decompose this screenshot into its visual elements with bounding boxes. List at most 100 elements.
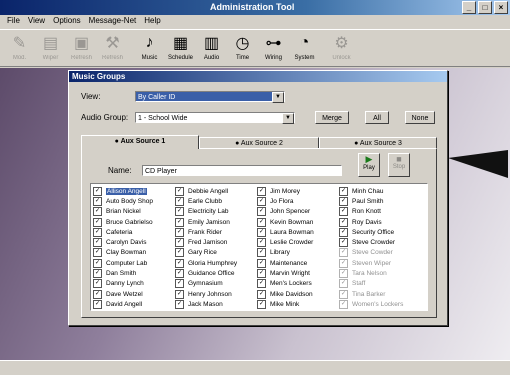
station-item[interactable]: ✓ Carolyn Davis	[93, 237, 175, 248]
checkbox[interactable]: ✓	[175, 186, 184, 196]
station-item[interactable]: ✓ Debbie Angell	[175, 186, 257, 196]
station-item[interactable]: ✓ Frank Rider	[175, 227, 257, 237]
checkbox[interactable]: ✓	[257, 299, 266, 309]
station-item[interactable]: ✓ John Spencer	[257, 207, 339, 217]
checkbox[interactable]: ✓	[175, 258, 184, 268]
station-item[interactable]: ✓ Brian Nickel	[93, 207, 175, 217]
checkbox[interactable]: ✓	[339, 238, 348, 248]
menu-file[interactable]: File	[4, 15, 25, 28]
checkbox[interactable]: ✓	[93, 269, 102, 279]
station-item[interactable]: ✓ Allison Angell	[93, 186, 175, 196]
station-item[interactable]: ✓ Roy Davis	[339, 217, 421, 227]
maximize-button[interactable]: □	[478, 1, 492, 14]
all-button[interactable]: All	[365, 111, 389, 124]
station-item[interactable]: ✓ Jack Mason	[175, 299, 257, 309]
station-item[interactable]: ✓ Staff	[339, 279, 421, 289]
checkbox[interactable]: ✓	[175, 279, 184, 289]
station-item[interactable]: ✓ Guidance Office	[175, 268, 257, 279]
checkbox[interactable]: ✓	[257, 279, 266, 289]
station-item[interactable]: ✓ Ron Knott	[339, 207, 421, 217]
checkbox[interactable]: ✓	[175, 269, 184, 279]
station-item[interactable]: ✓ Electricity Lab	[175, 207, 257, 217]
station-item[interactable]: ✓ Emily Jamison	[175, 217, 257, 227]
checkbox[interactable]: ✓	[93, 207, 102, 217]
station-item[interactable]: ✓ Computer Lab	[93, 258, 175, 268]
toolbar-button-refresh[interactable]: ▣ Refresh	[66, 30, 97, 68]
none-button[interactable]: None	[405, 111, 435, 124]
minimize-button[interactable]: _	[462, 1, 476, 14]
station-item[interactable]: ✓ Dave Wetzel	[93, 289, 175, 299]
toolbar-button-wiring[interactable]: ⊶ Wiring	[258, 30, 289, 68]
checkbox[interactable]: ✓	[257, 227, 266, 237]
station-item[interactable]: ✓ Maintenance	[257, 258, 339, 268]
toolbar-button-mod[interactable]: ✎ Mod.	[4, 30, 35, 68]
station-item[interactable]: ✓ Steve Crowder	[339, 237, 421, 248]
station-item[interactable]: ✓ Laura Bowman	[257, 227, 339, 237]
station-item[interactable]: ✓ Gary Rice	[175, 248, 257, 258]
menu-message-net[interactable]: Message-Net	[86, 15, 142, 28]
station-item[interactable]: ✓ Jim Morey	[257, 186, 339, 196]
checkbox[interactable]: ✓	[93, 238, 102, 248]
toolbar-button-unlock[interactable]: ⚙ Unlock	[326, 30, 357, 68]
toolbar-button-wiper[interactable]: ▤ Wiper	[35, 30, 66, 68]
view-select[interactable]: By Caller ID ▼	[135, 91, 285, 103]
station-item[interactable]: ✓ Men's Lockers	[257, 279, 339, 289]
checkbox[interactable]: ✓	[339, 299, 348, 309]
stop-button[interactable]: ■ Stop	[388, 153, 410, 177]
station-item[interactable]: ✓ Mike Mink	[257, 299, 339, 309]
checkbox[interactable]: ✓	[339, 227, 348, 237]
checkbox[interactable]: ✓	[339, 207, 348, 217]
checkbox[interactable]: ✓	[175, 227, 184, 237]
station-item[interactable]: ✓ Leslie Crowder	[257, 237, 339, 248]
checkbox[interactable]: ✓	[339, 258, 348, 268]
checkbox[interactable]: ✓	[175, 299, 184, 309]
checkbox[interactable]: ✓	[257, 258, 266, 268]
checkbox[interactable]: ✓	[175, 248, 184, 258]
checkbox[interactable]: ✓	[93, 196, 102, 206]
toolbar-button-music[interactable]: ♪ Music	[134, 30, 165, 68]
checkbox[interactable]: ✓	[339, 269, 348, 279]
menu-view[interactable]: View	[25, 15, 50, 28]
station-item[interactable]: ✓ Tara Nelson	[339, 268, 421, 279]
checkbox[interactable]: ✓	[339, 217, 348, 227]
merge-button[interactable]: Merge	[315, 111, 349, 124]
checkbox[interactable]: ✓	[257, 289, 266, 299]
toolbar-button-time[interactable]: ◷ Time	[227, 30, 258, 68]
checkbox[interactable]: ✓	[257, 238, 266, 248]
station-item[interactable]: ✓ Henry Johnson	[175, 289, 257, 299]
checkbox[interactable]: ✓	[93, 289, 102, 299]
station-item[interactable]: ✓ Bruce Gabrielso	[93, 217, 175, 227]
station-item[interactable]: ✓ Marvin Wright	[257, 268, 339, 279]
toolbar-button-audio[interactable]: ▥ Audio	[196, 30, 227, 68]
tab-aux-source-1[interactable]: ● Aux Source 1	[81, 135, 199, 149]
station-item[interactable]: ✓ Earle Clubb	[175, 196, 257, 206]
checkbox[interactable]: ✓	[257, 186, 266, 196]
station-item[interactable]: ✓ Mike Davidson	[257, 289, 339, 299]
station-item[interactable]: ✓ Tina Barker	[339, 289, 421, 299]
toolbar-button-schedule[interactable]: ▦ Schedule	[165, 30, 196, 68]
chevron-down-icon[interactable]: ▼	[282, 113, 294, 124]
audio-group-select[interactable]: 1 - School Wide ▼	[135, 112, 295, 124]
station-item[interactable]: ✓ Kevin Bowman	[257, 217, 339, 227]
station-item[interactable]: ✓ Cafeteria	[93, 227, 175, 237]
checkbox[interactable]: ✓	[175, 289, 184, 299]
checkbox[interactable]: ✓	[339, 186, 348, 196]
checkbox[interactable]: ✓	[257, 217, 266, 227]
station-item[interactable]: ✓ Steven Wiper	[339, 258, 421, 268]
station-item[interactable]: ✓ Jo Flora	[257, 196, 339, 206]
station-item[interactable]: ✓ Dan Smith	[93, 268, 175, 279]
checkbox[interactable]: ✓	[257, 269, 266, 279]
checkbox[interactable]: ✓	[93, 248, 102, 258]
checkbox[interactable]: ✓	[257, 196, 266, 206]
station-item[interactable]: ✓ David Angell	[93, 299, 175, 309]
checkbox[interactable]: ✓	[175, 196, 184, 206]
station-item[interactable]: ✓ Danny Lynch	[93, 279, 175, 289]
station-item[interactable]: ✓ Women's Lockers	[339, 299, 421, 309]
menu-help[interactable]: Help	[141, 15, 165, 28]
station-item[interactable]: ✓ Security Office	[339, 227, 421, 237]
toolbar-button-refresh-2[interactable]: ⚒ Refresh	[97, 30, 128, 68]
checkbox[interactable]: ✓	[339, 196, 348, 206]
checkbox[interactable]: ✓	[339, 289, 348, 299]
checkbox[interactable]: ✓	[93, 279, 102, 289]
checkbox[interactable]: ✓	[257, 248, 266, 258]
